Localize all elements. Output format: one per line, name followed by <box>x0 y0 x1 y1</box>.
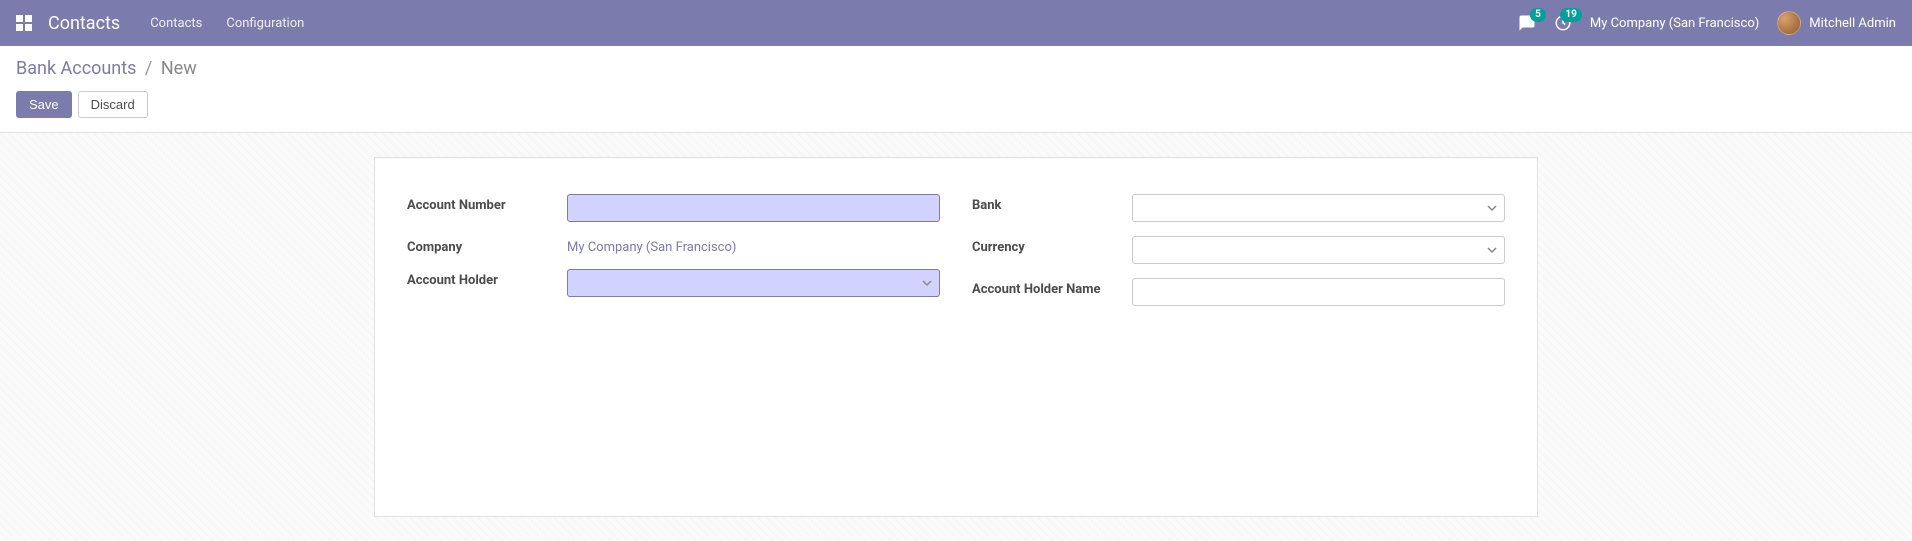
label-account-holder-name: Account Holder Name <box>972 278 1132 297</box>
messages-icon[interactable]: 5 <box>1518 14 1536 32</box>
label-bank: Bank <box>972 194 1132 213</box>
account-holder-input[interactable] <box>567 269 940 297</box>
activities-icon[interactable]: 19 <box>1554 14 1572 32</box>
account-holder-select[interactable] <box>567 269 940 297</box>
nav-link-configuration[interactable]: Configuration <box>226 16 304 31</box>
form-sheet: Account Number Company My Company (San F… <box>374 157 1538 517</box>
field-currency: Currency <box>972 236 1505 264</box>
bank-select[interactable] <box>1132 194 1505 222</box>
company-switcher[interactable]: My Company (San Francisco) <box>1590 16 1759 31</box>
form-col-right: Bank Currency <box>972 194 1505 320</box>
label-account-holder: Account Holder <box>407 269 567 288</box>
messages-badge: 5 <box>1530 8 1546 22</box>
bank-input[interactable] <box>1132 194 1505 222</box>
company-link[interactable]: My Company (San Francisco) <box>567 236 940 255</box>
account-number-input[interactable] <box>567 194 940 222</box>
breadcrumb: Bank Accounts / New <box>16 58 1896 79</box>
discard-button[interactable]: Discard <box>78 91 148 118</box>
breadcrumb-separator: / <box>145 58 152 79</box>
field-account-holder: Account Holder <box>407 269 940 297</box>
currency-select[interactable] <box>1132 236 1505 264</box>
label-company: Company <box>407 236 567 255</box>
control-panel: Bank Accounts / New Save Discard <box>0 46 1912 133</box>
currency-input[interactable] <box>1132 236 1505 264</box>
activities-badge: 19 <box>1560 8 1581 22</box>
user-name: Mitchell Admin <box>1809 16 1896 31</box>
label-account-number: Account Number <box>407 194 567 213</box>
label-currency: Currency <box>972 236 1132 255</box>
account-holder-name-input[interactable] <box>1132 278 1505 306</box>
nav-link-contacts[interactable]: Contacts <box>150 16 202 31</box>
control-buttons: Save Discard <box>16 91 1896 118</box>
breadcrumb-parent[interactable]: Bank Accounts <box>16 58 136 79</box>
user-menu[interactable]: Mitchell Admin <box>1777 11 1896 35</box>
save-button[interactable]: Save <box>16 91 72 118</box>
field-bank: Bank <box>972 194 1505 222</box>
navbar-right: 5 19 My Company (San Francisco) Mitchell… <box>1518 11 1896 35</box>
app-brand[interactable]: Contacts <box>48 13 120 34</box>
avatar <box>1777 11 1801 35</box>
top-navbar: Contacts Contacts Configuration 5 19 My … <box>0 0 1912 46</box>
form-col-left: Account Number Company My Company (San F… <box>407 194 940 320</box>
form-row: Account Number Company My Company (San F… <box>407 194 1505 320</box>
navbar-left: Contacts Contacts Configuration <box>16 13 328 34</box>
field-company: Company My Company (San Francisco) <box>407 236 940 255</box>
field-account-holder-name: Account Holder Name <box>972 278 1505 306</box>
content-area: Account Number Company My Company (San F… <box>0 133 1912 541</box>
apps-icon[interactable] <box>16 14 34 32</box>
field-account-number: Account Number <box>407 194 940 222</box>
breadcrumb-current: New <box>161 58 197 79</box>
